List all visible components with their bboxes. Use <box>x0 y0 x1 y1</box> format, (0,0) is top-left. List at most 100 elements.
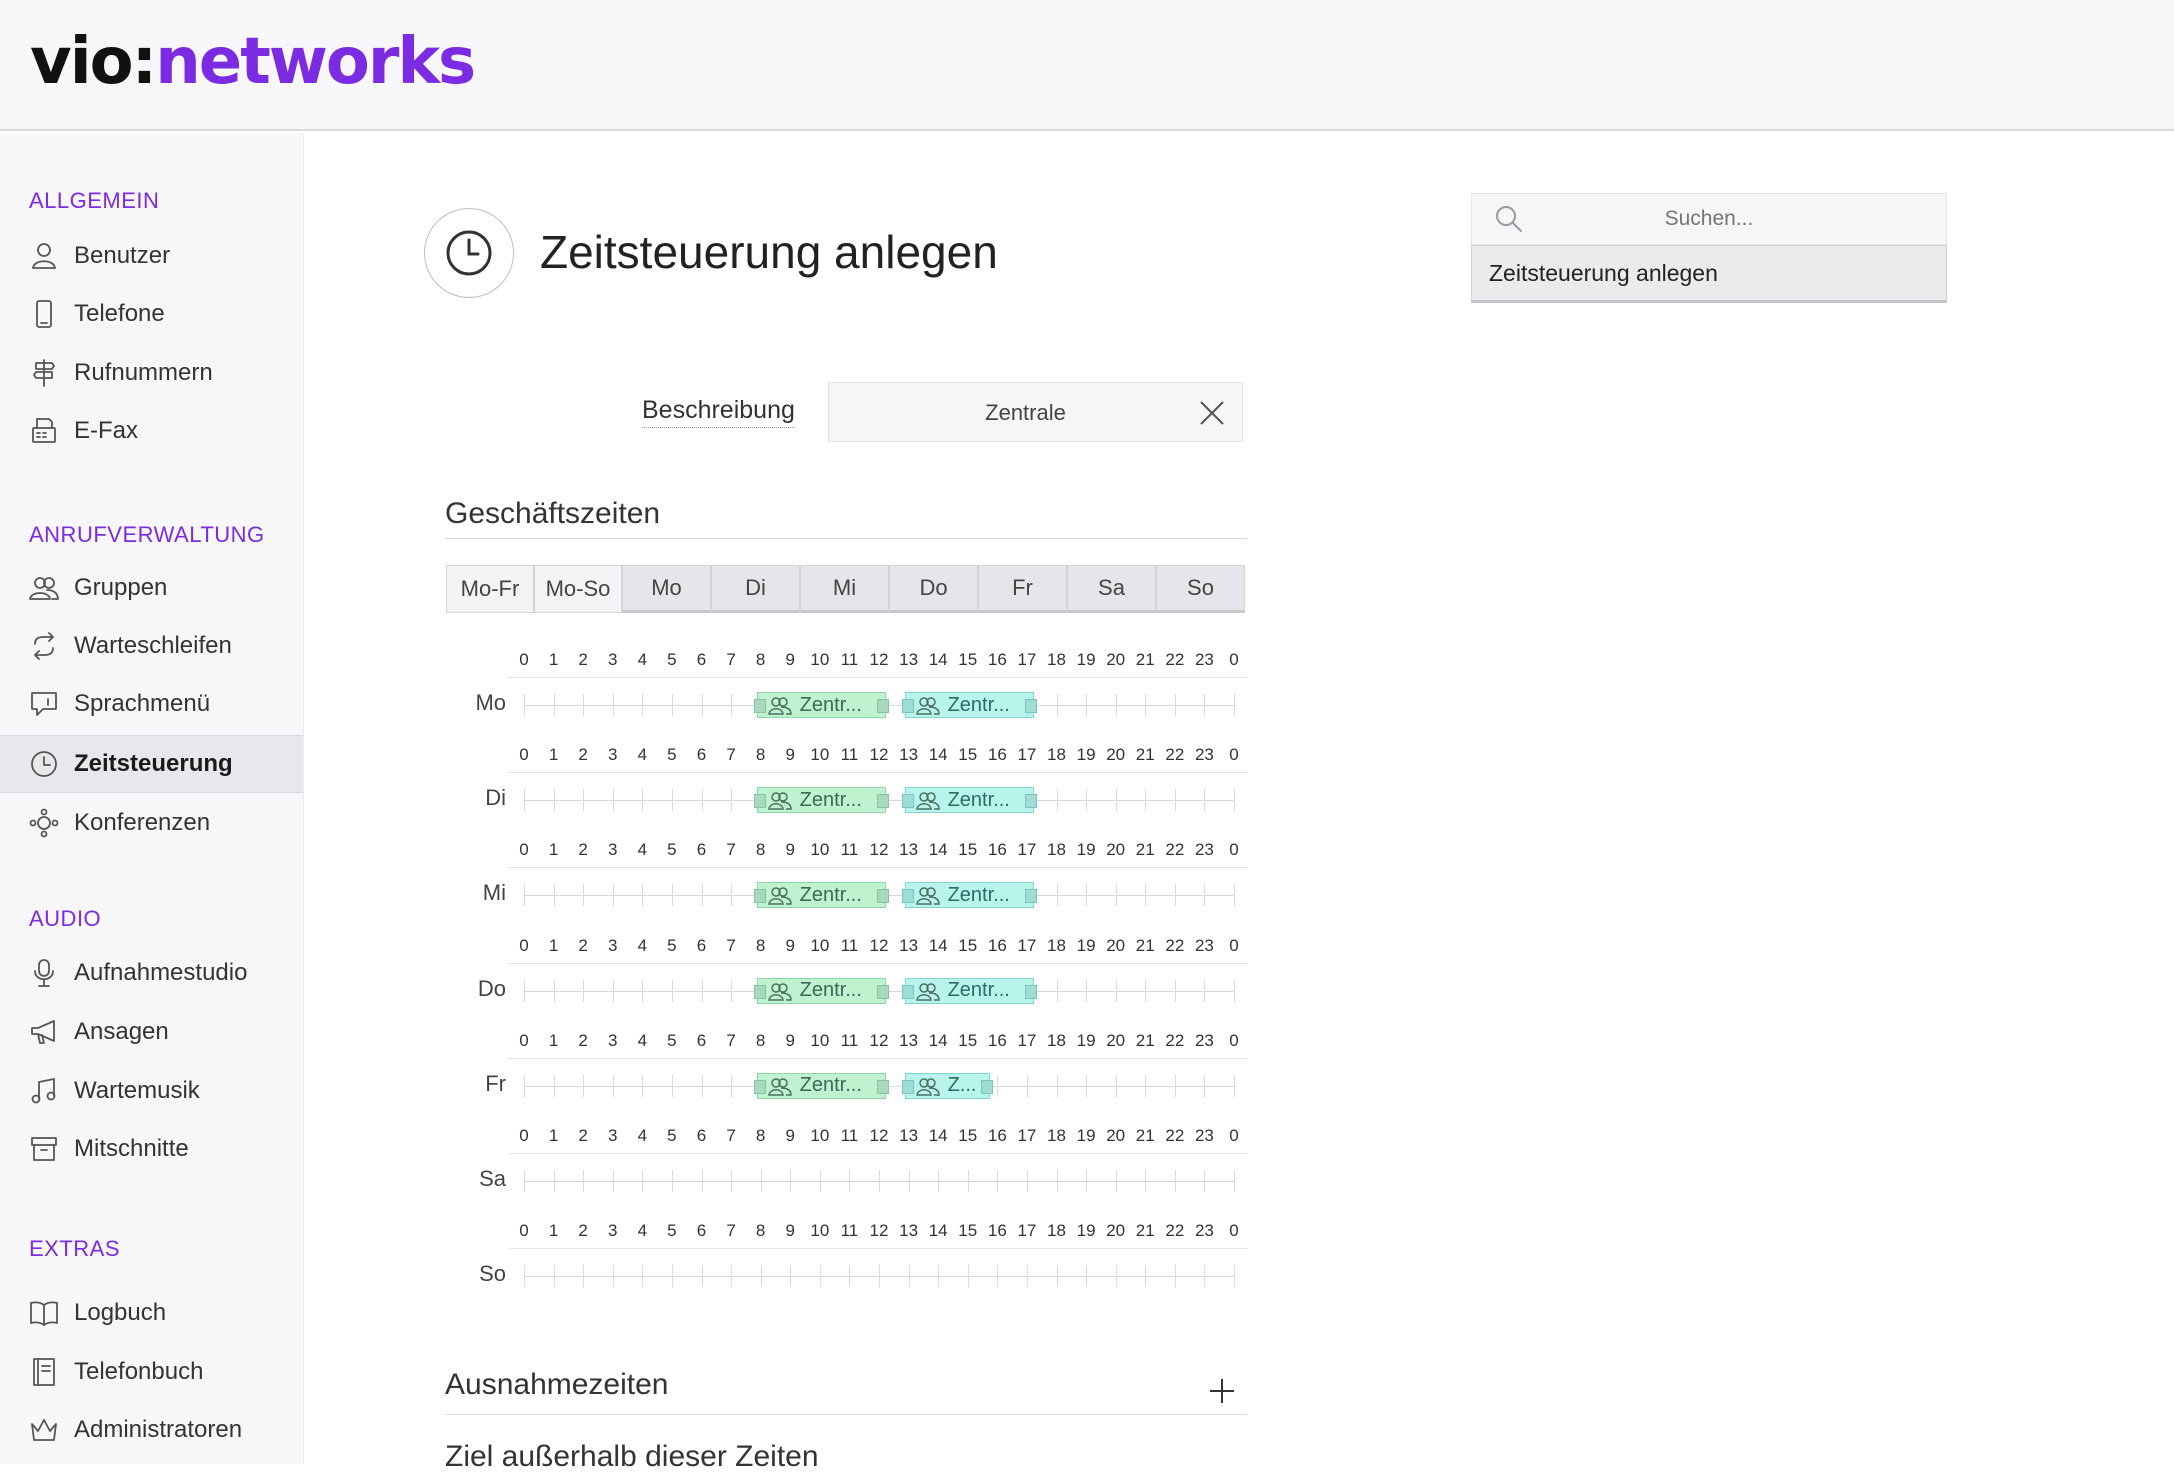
time-block[interactable]: Zentr... <box>753 1072 890 1099</box>
plus-icon[interactable] <box>1207 1376 1237 1406</box>
hour-label: 15 <box>958 1126 978 1145</box>
timeline-tick <box>583 1265 585 1288</box>
time-block[interactable]: Zentr... <box>753 977 890 1004</box>
sidebar-item-mitschnitte[interactable]: Mitschnitte <box>0 1120 303 1178</box>
close-icon[interactable] <box>1198 399 1226 427</box>
tab-mo-so[interactable]: Mo-So <box>534 565 622 613</box>
hour-label: 22 <box>1165 1030 1185 1050</box>
resize-handle-end[interactable] <box>877 889 890 904</box>
hour-label: 9 <box>785 935 795 955</box>
divider <box>508 772 1248 774</box>
divider <box>445 1414 1247 1415</box>
timeline-tick <box>642 789 644 812</box>
resize-handle-start[interactable] <box>753 889 766 904</box>
resize-handle-start[interactable] <box>753 794 766 809</box>
time-block[interactable]: Zentr... <box>753 882 890 909</box>
time-block[interactable]: Zentr... <box>901 977 1038 1004</box>
megaphone-icon <box>28 1016 60 1048</box>
hour-label: 0 <box>519 745 529 765</box>
timeline-tick <box>1204 884 1206 907</box>
timeline-tick <box>879 1265 880 1288</box>
hour-label: 13 <box>899 1221 919 1241</box>
timeline-tick <box>1234 1265 1235 1288</box>
description-field[interactable]: Zentrale <box>828 382 1243 442</box>
divider <box>508 677 1248 678</box>
sidebar-item-wartemusik[interactable]: Wartemusik <box>0 1062 303 1120</box>
tab-sa[interactable]: Sa <box>1067 565 1156 613</box>
hour-label: 23 <box>1194 1030 1214 1050</box>
timeline-tick <box>1234 979 1235 1002</box>
day-label: Mo <box>475 690 506 715</box>
sidebar-item-sprachmenü[interactable]: Sprachmenü <box>0 675 303 733</box>
sidebar-item-telefonbuch[interactable]: Telefonbuch <box>0 1343 303 1401</box>
timeline-tick <box>1086 884 1088 907</box>
resize-handle-start[interactable] <box>901 984 914 999</box>
sidebar-item-konferenzen[interactable]: Konferenzen <box>0 794 303 852</box>
hour-label: 2 <box>578 935 588 955</box>
resize-handle-start[interactable] <box>753 1079 766 1094</box>
sidebar-item-ansagen[interactable]: Ansagen <box>0 1003 303 1061</box>
description-value[interactable]: Zentrale <box>829 383 1182 443</box>
hour-label: 16 <box>987 745 1007 765</box>
time-block[interactable]: Zentr... <box>753 787 890 814</box>
hour-label: 23 <box>1194 650 1214 669</box>
resize-handle-end[interactable] <box>1025 699 1038 713</box>
resize-handle-end[interactable] <box>877 699 890 713</box>
search-input[interactable] <box>1472 206 1946 232</box>
sidebar-item-benutzer[interactable]: Benutzer <box>0 227 303 285</box>
resize-handle-start[interactable] <box>753 699 766 713</box>
resize-handle-end[interactable] <box>1025 984 1038 999</box>
resize-handle-end[interactable] <box>980 1079 993 1094</box>
tab-fr[interactable]: Fr <box>978 565 1067 613</box>
hour-label: 22 <box>1165 745 1185 765</box>
resize-handle-start[interactable] <box>753 984 766 999</box>
time-block-label: Zentr... <box>947 693 1010 716</box>
hour-label: 20 <box>1106 1030 1126 1050</box>
resize-handle-start[interactable] <box>901 1079 914 1094</box>
sidebar-item-logbuch[interactable]: Logbuch <box>0 1284 303 1342</box>
time-block-label: Zentr... <box>799 693 862 716</box>
hour-label: 15 <box>958 935 978 955</box>
time-block[interactable]: Zentr... <box>901 692 1038 718</box>
resize-handle-end[interactable] <box>877 1079 890 1094</box>
hour-label: 12 <box>869 1030 889 1050</box>
timeline-tick <box>1026 1074 1028 1097</box>
tab-mo-fr[interactable]: Mo-Fr <box>446 565 534 613</box>
music-icon <box>28 1075 60 1107</box>
hour-label: 8 <box>755 650 766 669</box>
time-block[interactable]: Zentr... <box>901 787 1038 814</box>
tab-mo[interactable]: Mo <box>622 565 711 613</box>
time-block[interactable]: Zentr... <box>753 692 890 718</box>
time-block[interactable]: Zentr... <box>901 882 1038 909</box>
hour-label: 23 <box>1194 1221 1214 1241</box>
resize-handle-end[interactable] <box>1025 794 1038 809</box>
logo[interactable]: vio:networks <box>30 22 476 102</box>
tab-do[interactable]: Do <box>889 565 978 613</box>
tab-so[interactable]: So <box>1156 565 1245 613</box>
search-result-item[interactable]: Zeitsteuerung anlegen <box>1471 245 1947 303</box>
signpost-icon <box>28 357 60 389</box>
resize-handle-end[interactable] <box>877 984 890 999</box>
sidebar-item-telefone[interactable]: Telefone <box>0 285 303 343</box>
search-box[interactable] <box>1471 193 1947 245</box>
tab-mi[interactable]: Mi <box>800 565 889 613</box>
sidebar-item-administratoren[interactable]: Administratoren <box>0 1401 303 1459</box>
sidebar-item-zeitsteuerung[interactable]: Zeitsteuerung <box>0 735 303 793</box>
hour-label: 2 <box>578 1126 588 1145</box>
time-block[interactable]: Z... <box>901 1072 993 1099</box>
timeline-tick <box>524 1265 525 1288</box>
sidebar-item-gruppen[interactable]: Gruppen <box>0 559 303 617</box>
sidebar-item-label: E-Fax <box>74 417 139 444</box>
resize-handle-start[interactable] <box>901 699 914 713</box>
sidebar-item-e-fax[interactable]: E-Fax <box>0 402 303 460</box>
hour-label: 17 <box>1017 745 1037 765</box>
hour-label: 7 <box>726 1221 736 1241</box>
sidebar-item-rufnummern[interactable]: Rufnummern <box>0 344 303 402</box>
sidebar-item-aufnahmestudio[interactable]: Aufnahmestudio <box>0 944 303 1002</box>
resize-handle-start[interactable] <box>901 889 914 904</box>
resize-handle-start[interactable] <box>901 794 914 809</box>
tab-di[interactable]: Di <box>711 565 800 613</box>
resize-handle-end[interactable] <box>877 794 890 809</box>
resize-handle-end[interactable] <box>1025 889 1038 904</box>
sidebar-item-warteschleifen[interactable]: Warteschleifen <box>0 617 303 675</box>
